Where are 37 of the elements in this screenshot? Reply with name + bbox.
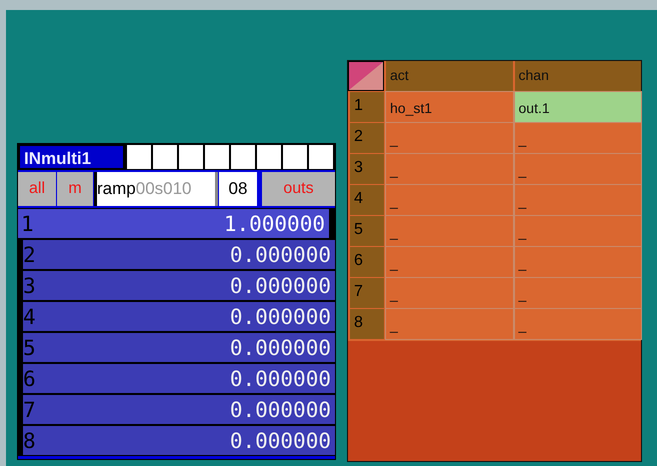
row-value: 0.000000 xyxy=(230,242,331,266)
row-index: 2 xyxy=(23,242,36,266)
row-value: 0.000000 xyxy=(230,336,331,360)
count-field[interactable]: 08 xyxy=(219,172,257,206)
row-number: 6 xyxy=(350,247,384,277)
row-number: 2 xyxy=(350,123,384,153)
row-index: 4 xyxy=(23,304,36,328)
slot-box[interactable] xyxy=(127,145,151,169)
table-cell: out.1 xyxy=(514,92,641,122)
row-number: 7 xyxy=(350,278,384,308)
row-index: 5 xyxy=(23,336,36,360)
row-number: 4 xyxy=(350,185,384,215)
slot-box[interactable] xyxy=(153,145,177,169)
row-value: 0.000000 xyxy=(230,366,331,390)
row-number: 5 xyxy=(350,216,384,246)
slot-box[interactable] xyxy=(257,145,281,169)
row-index: 7 xyxy=(23,398,36,422)
slot-box[interactable] xyxy=(231,145,255,169)
slot-box[interactable] xyxy=(179,145,203,169)
corner-icon[interactable] xyxy=(348,61,384,91)
row-index: 8 xyxy=(23,428,36,452)
slot-box[interactable] xyxy=(309,145,333,169)
row-number: 3 xyxy=(350,154,384,184)
row-value: 0.000000 xyxy=(230,398,331,422)
row-value: 0.000000 xyxy=(230,274,331,298)
row-value: 0.000000 xyxy=(230,304,331,328)
row-index: 3 xyxy=(23,274,36,298)
panel-title: INmulti1 xyxy=(18,144,125,170)
row-value: 0.000000 xyxy=(230,428,331,452)
row-number: 1 xyxy=(350,92,384,122)
slot-box[interactable] xyxy=(283,145,307,169)
row-number: 8 xyxy=(350,309,384,339)
slot-box[interactable] xyxy=(205,145,229,169)
row-value: 1.000000 xyxy=(224,212,325,236)
row-index: 6 xyxy=(23,366,36,390)
row-index: 1 xyxy=(21,212,34,236)
name-field[interactable]: ramp00s010 xyxy=(94,172,218,206)
